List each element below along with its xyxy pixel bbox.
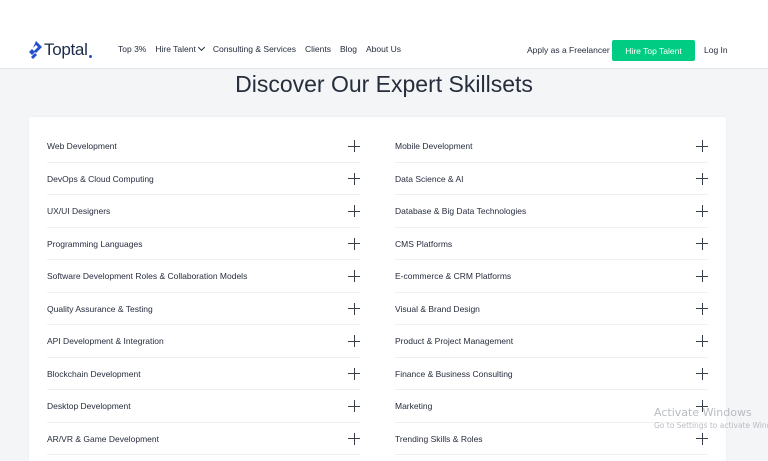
hire-top-talent-button[interactable]: Hire Top Talent	[612, 40, 695, 61]
skill-row-visual-brand-design[interactable]: Visual & Brand Design	[395, 293, 708, 325]
plus-icon[interactable]	[696, 205, 708, 217]
skill-row-finance-business[interactable]: Finance & Business Consulting	[395, 358, 708, 390]
plus-icon[interactable]	[348, 270, 360, 282]
skill-label: UX/UI Designers	[47, 206, 111, 216]
skill-row-mobile-development[interactable]: Mobile Development	[395, 130, 708, 163]
skill-label: Trending Skills & Roles	[395, 433, 483, 444]
plus-icon[interactable]	[348, 367, 360, 380]
site-header: Toptal Top 3% Hire Talent Consulting & S…	[0, 0, 768, 69]
skill-label: Finance & Business Consulting	[395, 368, 513, 379]
plus-icon[interactable]	[348, 400, 360, 412]
skill-row-devops[interactable]: DevOps & Cloud Computing	[47, 163, 360, 195]
activate-windows-subtitle: Go to Settings to activate Windows.	[654, 421, 768, 430]
skill-row-ux-ui[interactable]: UX/UI Designers	[47, 195, 360, 228]
skill-label: Desktop Development	[47, 401, 131, 411]
skill-row-web-development[interactable]: Web Development	[47, 130, 360, 163]
skill-row-cms-platforms[interactable]: CMS Platforms	[395, 228, 708, 260]
main-nav: Top 3% Hire Talent Consulting & Services…	[118, 43, 410, 54]
plus-icon[interactable]	[696, 172, 708, 185]
skill-row-product-project-management[interactable]: Product & Project Management	[395, 325, 708, 358]
plus-icon[interactable]	[348, 237, 360, 250]
nav-consulting-label: Consulting & Services	[212, 44, 296, 54]
logo-text: Toptal	[44, 40, 88, 59]
nav-top-3[interactable]: Top 3%	[118, 44, 146, 54]
nav-about-label: About Us	[366, 44, 401, 54]
skill-label: Database & Big Data Technologies	[395, 206, 527, 216]
plus-icon[interactable]	[348, 335, 360, 347]
plus-icon[interactable]	[348, 432, 360, 445]
nav-clients-label: Clients	[305, 44, 331, 54]
skill-label: Data Science & AI	[395, 173, 464, 184]
skill-label: Programming Languages	[47, 238, 143, 249]
skillsets-card: Web Development DevOps & Cloud Computing…	[29, 117, 726, 461]
login-link[interactable]: Log In	[704, 45, 728, 55]
skill-label: Product & Project Management	[395, 336, 514, 346]
nav-about-us[interactable]: About Us	[366, 44, 401, 54]
skill-row-blockchain[interactable]: Blockchain Development	[47, 358, 360, 390]
nav-blog-label: Blog	[339, 44, 357, 54]
skill-label: API Development & Integration	[47, 336, 164, 346]
plus-icon[interactable]	[348, 205, 360, 217]
skill-label: Visual & Brand Design	[395, 303, 480, 314]
plus-icon[interactable]	[696, 140, 708, 152]
nav-consulting-services[interactable]: Consulting & Services	[213, 44, 296, 54]
plus-icon[interactable]	[348, 140, 360, 152]
toptal-logo[interactable]: Toptal	[29, 40, 92, 60]
skill-row-database-big-data[interactable]: Database & Big Data Technologies	[395, 195, 708, 228]
nav-blog[interactable]: Blog	[340, 44, 357, 54]
skill-row-desktop-development[interactable]: Desktop Development	[47, 390, 360, 423]
skill-row-software-roles[interactable]: Software Development Roles & Collaborati…	[47, 260, 360, 293]
skill-row-data-science[interactable]: Data Science & AI	[395, 163, 708, 195]
skill-label: Mobile Development	[395, 141, 473, 151]
plus-icon[interactable]	[348, 172, 360, 185]
skill-label: CMS Platforms	[395, 238, 453, 249]
nav-clients[interactable]: Clients	[305, 44, 331, 54]
skill-row-qa-testing[interactable]: Quality Assurance & Testing	[47, 293, 360, 325]
skill-label: Software Development Roles & Collaborati…	[47, 271, 248, 281]
chevron-down-icon	[197, 43, 205, 52]
plus-icon[interactable]	[696, 237, 708, 250]
skill-label: DevOps & Cloud Computing	[47, 173, 154, 184]
toptal-logo-icon	[29, 41, 42, 59]
skill-row-programming-languages[interactable]: Programming Languages	[47, 228, 360, 260]
skillsets-left-column: Web Development DevOps & Cloud Computing…	[47, 130, 360, 455]
skill-row-api-development[interactable]: API Development & Integration	[47, 325, 360, 358]
nav-hire-talent[interactable]: Hire Talent	[155, 43, 205, 54]
plus-icon[interactable]	[696, 432, 708, 445]
nav-top-3-label: Top 3%	[118, 44, 147, 54]
skill-label: E-commerce & CRM Platforms	[395, 271, 512, 281]
nav-hire-talent-label: Hire Talent	[155, 44, 196, 54]
skill-row-ar-vr-game[interactable]: AR/VR & Game Development	[47, 423, 360, 455]
skill-label: Web Development	[47, 141, 117, 151]
skill-label: Blockchain Development	[47, 368, 141, 379]
plus-icon[interactable]	[696, 367, 708, 380]
skill-label: AR/VR & Game Development	[47, 433, 159, 444]
skill-label: Marketing	[395, 401, 433, 411]
skill-label: Quality Assurance & Testing	[47, 303, 153, 314]
activate-windows-watermark: Activate Windows	[654, 406, 752, 419]
page-title: Discover Our Expert Skillsets	[235, 71, 533, 97]
plus-icon[interactable]	[696, 302, 708, 315]
plus-icon[interactable]	[696, 270, 708, 282]
apply-freelancer-link[interactable]: Apply as a Freelancer	[527, 45, 610, 55]
skill-row-ecommerce-crm[interactable]: E-commerce & CRM Platforms	[395, 260, 708, 293]
logo-dot	[88, 54, 92, 58]
plus-icon[interactable]	[696, 335, 708, 347]
plus-icon[interactable]	[348, 302, 360, 315]
